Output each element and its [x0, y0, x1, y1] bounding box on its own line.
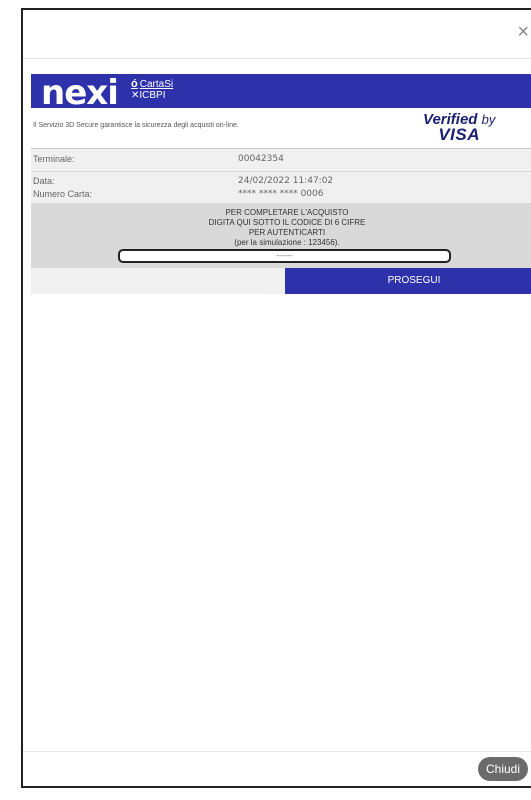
- modal-footer: Chiudi: [23, 751, 531, 786]
- verified-by-visa-logo: Verified by VISA: [423, 112, 496, 144]
- date-card-row: Data: 24/02/2022 11:47:02 Numero Carta: …: [31, 172, 531, 204]
- card-number-value: **** **** **** 0006: [238, 189, 324, 199]
- otp-input[interactable]: ------: [118, 249, 451, 263]
- nexi-logo: nexi: [41, 74, 119, 113]
- instruction-line-2: DIGITA QUI SOTTO IL CODICE DI 6 CIFRE: [208, 218, 366, 227]
- prosegui-button[interactable]: PROSEGUI: [285, 268, 531, 294]
- cartasi-text: CartaSi: [139, 79, 174, 90]
- close-icon[interactable]: ×: [517, 22, 529, 42]
- button-bar: PROSEGUI: [31, 268, 531, 294]
- terminal-row: Terminale: 00042354: [31, 149, 531, 172]
- date-value: 24/02/2022 11:47:02: [238, 176, 334, 186]
- instruction-box: PER COMPLETARE L'ACQUISTO DIGITA QUI SOT…: [31, 204, 531, 268]
- by-text: by: [481, 112, 496, 127]
- terminal-label: Terminale:: [33, 154, 75, 164]
- date-label: Data:: [33, 176, 55, 186]
- visa-text: VISA: [438, 125, 481, 144]
- instruction-line-1: PER COMPLETARE L'ACQUISTO: [225, 208, 349, 217]
- secure-info-text: Il Servizio 3D Secure garantisce la sicu…: [33, 122, 239, 129]
- cartasi-logo: ó CartaSi ✕ICBPI: [131, 78, 174, 102]
- payment-modal: × nexi ó CartaSi ✕ICBPI Il Servizio 3D Se…: [21, 8, 531, 788]
- terminal-value: 00042354: [238, 154, 284, 164]
- 3ds-frame: nexi ó CartaSi ✕ICBPI Il Servizio 3D Secu…: [31, 74, 531, 358]
- info-row: Il Servizio 3D Secure garantisce la sicu…: [31, 108, 531, 149]
- instruction-line-4: (per la simulazione : 123456).: [234, 238, 340, 247]
- icbpi-text: ICBPI: [139, 90, 166, 101]
- cartasi-mark-icon: ó: [131, 78, 138, 90]
- instruction-line-3: PER AUTENTICARTI: [248, 228, 326, 237]
- modal-header: ×: [23, 10, 531, 59]
- brand-bar: nexi ó CartaSi ✕ICBPI: [31, 74, 531, 113]
- chiudi-button[interactable]: Chiudi: [478, 757, 528, 781]
- card-number-label: Numero Carta:: [33, 189, 93, 199]
